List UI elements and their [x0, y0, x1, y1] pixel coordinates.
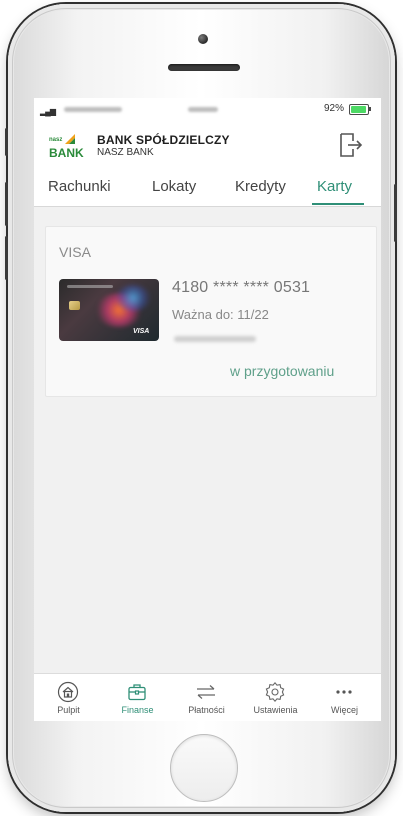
- volume-up-button: [5, 182, 8, 226]
- briefcase-icon: [128, 684, 146, 701]
- more-dots-icon: [336, 690, 352, 694]
- nav-label-pulpit: Pulpit: [57, 705, 80, 715]
- app-screen: ▂▄▆ 92% nasz BANK BANK SPÓŁDZIELCZY NASZ…: [34, 98, 381, 721]
- active-tab-indicator: [312, 203, 364, 205]
- front-camera: [198, 34, 208, 44]
- earpiece-speaker: [168, 64, 240, 71]
- logo-big-text: BANK: [49, 146, 84, 160]
- bank-name: BANK SPÓŁDZIELCZY: [97, 133, 230, 147]
- gear-icon: [265, 681, 285, 703]
- logo-small-text: nasz: [49, 137, 63, 143]
- bank-logo: nasz BANK: [49, 132, 84, 160]
- card-chip-icon: [69, 301, 80, 310]
- nav-label-ustawienia: Ustawienia: [253, 705, 298, 715]
- tab-bar: Rachunki Lokaty Kredyty Karty: [34, 168, 381, 207]
- card-type-label: VISA: [59, 244, 91, 260]
- card-list-item[interactable]: VISA VISA 4180 **** **** 0531 Ważna do: …: [45, 226, 377, 397]
- tab-rachunki[interactable]: Rachunki: [48, 178, 111, 195]
- card-holder-redacted: [174, 336, 256, 342]
- bottom-navigation: Pulpit Finanse Płatności Ustawienia Więc…: [34, 673, 381, 721]
- nav-item-pulpit[interactable]: Pulpit: [34, 674, 103, 721]
- home-icon: [57, 681, 79, 703]
- logo-chevron-icon: [65, 134, 75, 144]
- nav-label-wiecej: Więcej: [330, 705, 358, 715]
- status-bar: ▂▄▆ 92%: [34, 98, 381, 122]
- nav-item-finanse[interactable]: Finanse: [103, 674, 172, 721]
- carrier-redacted: [64, 107, 122, 112]
- tab-karty[interactable]: Karty: [317, 178, 352, 195]
- mute-switch: [5, 128, 8, 156]
- card-thumbnail-bank-bar: [67, 285, 113, 288]
- nav-item-ustawienia[interactable]: Ustawienia: [241, 674, 310, 721]
- tab-lokaty[interactable]: Lokaty: [152, 178, 196, 195]
- signal-icon: ▂▄▆: [40, 107, 56, 116]
- nav-label-finanse: Finanse: [121, 705, 154, 715]
- logout-icon[interactable]: [337, 132, 365, 158]
- power-button: [394, 184, 397, 242]
- card-status: w przygotowaniu: [230, 363, 335, 379]
- nav-label-platnosci: Płatności: [188, 705, 225, 715]
- nav-item-platnosci[interactable]: Płatności: [172, 674, 241, 721]
- volume-down-button: [5, 236, 8, 280]
- time-redacted: [188, 107, 218, 112]
- card-number: 4180 **** **** 0531: [172, 279, 311, 296]
- card-thumbnail: VISA: [59, 279, 159, 341]
- tab-kredyty[interactable]: Kredyty: [235, 178, 286, 195]
- home-button[interactable]: [170, 734, 238, 802]
- card-brand-visa: VISA: [133, 328, 150, 335]
- transfer-arrows-icon: [197, 685, 215, 699]
- battery-percent: 92%: [324, 103, 345, 114]
- battery-level: [351, 106, 366, 113]
- battery-tip: [369, 107, 371, 111]
- card-thumbnail-art-accent: [115, 285, 151, 311]
- battery-icon: [349, 104, 369, 115]
- app-header: nasz BANK BANK SPÓŁDZIELCZY NASZ BANK: [34, 122, 381, 168]
- card-validity: Ważna do: 11/22: [172, 307, 269, 322]
- bank-subtitle: NASZ BANK: [97, 147, 154, 158]
- nav-item-wiecej[interactable]: Więcej: [310, 674, 379, 721]
